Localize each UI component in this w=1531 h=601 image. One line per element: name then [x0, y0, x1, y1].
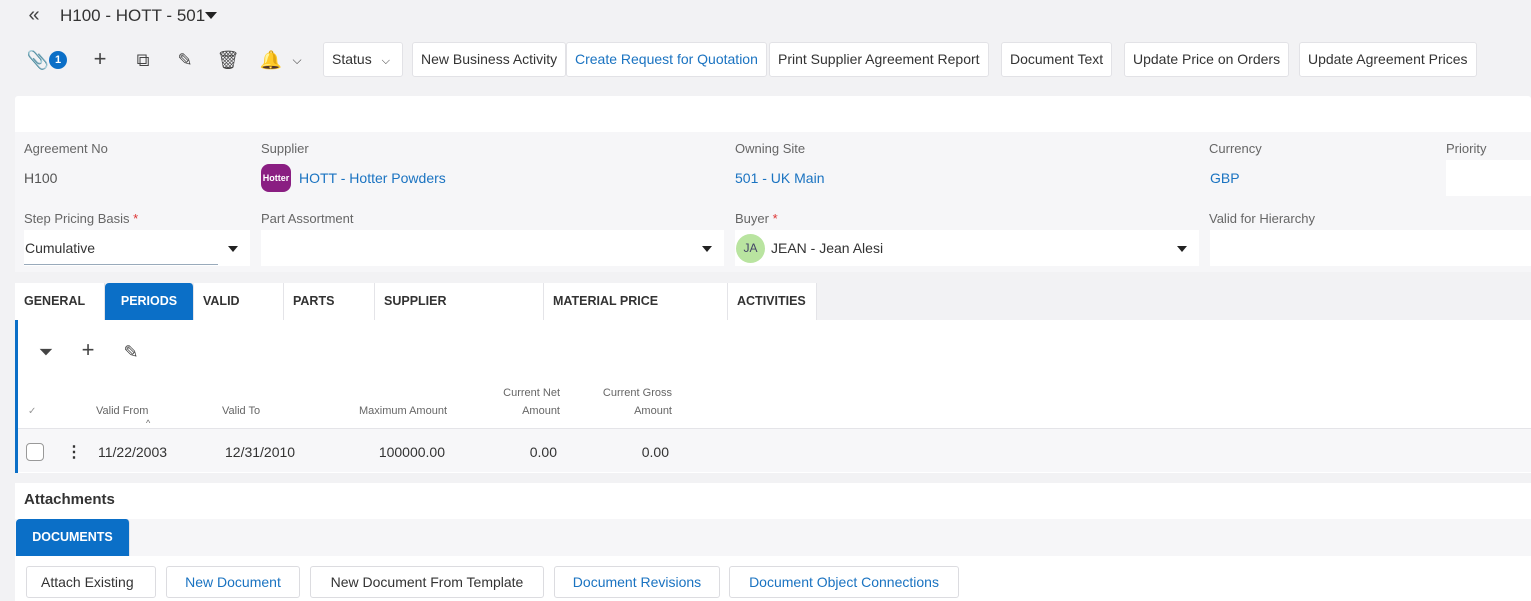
agreement-no-label: Agreement No [24, 141, 108, 156]
tab-valid-sites[interactable]: VALID SITES [194, 283, 284, 345]
currency-link[interactable]: GBP [1210, 170, 1240, 186]
owning-site-label: Owning Site [735, 141, 806, 156]
update-agreement-prices-button[interactable]: Update Agreement Prices [1299, 42, 1477, 77]
required-marker: * [772, 211, 778, 226]
document-revisions-button[interactable]: Document Revisions [554, 566, 720, 598]
buyer-avatar: JA [736, 234, 765, 263]
col-net-line1: Current Net [503, 387, 560, 399]
tab-documents[interactable]: DOCUMENTS (1) [16, 519, 130, 581]
cell-net-amount: 0.00 [529, 444, 557, 460]
step-pricing-select[interactable]: Cumulative [24, 230, 250, 266]
attach-existing-button[interactable]: Attach Existing [26, 566, 156, 598]
supplier-logo: Hotter [261, 164, 291, 192]
delete-icon[interactable]: 🗑 [216, 50, 240, 70]
title-dropdown-icon[interactable] [205, 12, 217, 19]
col-gross-line1: Current Gross [602, 387, 672, 399]
row-checkbox[interactable] [26, 443, 44, 461]
tab-material-price-elements[interactable]: MATERIAL PRICE ELEMENTS [544, 283, 728, 345]
new-document-button[interactable]: New Document [166, 566, 300, 598]
part-assortment-select[interactable] [261, 230, 724, 266]
currency-label: Currency [1209, 141, 1262, 156]
dropdown-icon [228, 246, 238, 252]
status-label: Status [332, 51, 372, 67]
col-valid-from[interactable]: Valid From [96, 402, 148, 420]
create-rfq-button[interactable]: Create Request for Quotation [566, 42, 767, 77]
valid-hierarchy-input[interactable] [1210, 230, 1531, 266]
col-max-amount[interactable]: Maximum Amount [330, 402, 447, 420]
col-net-amount[interactable]: Current Net Amount [470, 384, 560, 420]
document-text-button[interactable]: Document Text [1001, 42, 1113, 77]
collapse-icon[interactable]: « [22, 5, 46, 25]
cell-gross-amount: 0.00 [641, 444, 669, 460]
cell-valid-from: 11/22/2003 [98, 444, 168, 460]
tab-supplier-assortments[interactable]: SUPPLIER ASSORTMENTS [375, 283, 544, 345]
part-assortment-label: Part Assortment [261, 211, 354, 226]
new-business-activity-button[interactable]: New Business Activity [412, 42, 567, 77]
supplier-link[interactable]: HOTT - Hotter Powders [299, 170, 446, 186]
tab-activities[interactable]: ACTIVITIES [728, 283, 817, 320]
status-button[interactable]: Status ⌵ [323, 42, 403, 77]
col-valid-to[interactable]: Valid To [222, 402, 260, 420]
print-report-button[interactable]: Print Supplier Agreement Report [769, 42, 989, 77]
step-pricing-label: Step Pricing Basis * [24, 211, 138, 226]
update-price-orders-button[interactable]: Update Price on Orders [1124, 42, 1290, 77]
duplicate-icon[interactable]: ⧉ [131, 50, 155, 70]
tab-periods[interactable]: PERIODS [105, 283, 194, 320]
buyer-label: Buyer * [735, 211, 778, 226]
chevron-down-icon[interactable]: ⌵ [285, 50, 309, 70]
buyer-value: JEAN - Jean Alesi [771, 240, 884, 256]
paperclip-icon[interactable]: 📎 [26, 50, 50, 70]
col-gross-amount[interactable]: Current Gross Amount [572, 384, 672, 420]
select-all-check[interactable]: ✓ [28, 403, 36, 421]
chevron-down-icon: ⌵ [381, 55, 390, 67]
add-row-icon[interactable]: + [76, 339, 100, 361]
buyer-label-text: Buyer [735, 211, 769, 226]
required-marker: * [133, 211, 139, 226]
dropdown-icon [702, 246, 712, 252]
cell-valid-to: 12/31/2010 [225, 444, 296, 460]
cell-max-amount: 100000.00 [378, 444, 445, 460]
priority-label: Priority [1446, 141, 1487, 156]
new-document-template-button[interactable]: New Document From Template [310, 566, 544, 598]
valid-hierarchy-label: Valid for Hierarchy [1209, 211, 1315, 226]
add-icon[interactable]: + [88, 48, 112, 70]
dropdown-icon [1177, 246, 1187, 252]
col-gross-line2: Amount [634, 405, 672, 417]
edit-row-icon[interactable]: ✎ [119, 342, 143, 362]
row-menu-icon[interactable]: ⋮ [66, 442, 82, 462]
document-object-connections-button[interactable]: Document Object Connections [729, 566, 959, 598]
filter-icon[interactable]: ⏷ [34, 342, 58, 362]
attachments-title: Attachments [24, 491, 115, 508]
owning-site-link[interactable]: 501 - UK Main [735, 170, 824, 186]
agreement-no-value: H100 [24, 170, 58, 186]
priority-input[interactable] [1446, 160, 1531, 196]
attachments-tabbar [15, 519, 1531, 556]
bell-icon[interactable]: 🔔 [259, 50, 283, 70]
tab-parts[interactable]: PARTS [284, 283, 375, 320]
supplier-label: Supplier [261, 141, 309, 156]
buyer-select[interactable]: JA JEAN - Jean Alesi [735, 230, 1199, 266]
tab-general[interactable]: GENERAL [15, 283, 105, 320]
attachment-count-badge: 1 [49, 51, 67, 69]
col-net-line2: Amount [522, 405, 560, 417]
step-pricing-value: Cumulative [25, 240, 96, 256]
step-pricing-label-text: Step Pricing Basis [24, 211, 130, 226]
underline [24, 264, 218, 265]
page-title: H100 - HOTT - 501 [60, 6, 206, 25]
edit-icon[interactable]: ✎ [173, 50, 197, 70]
